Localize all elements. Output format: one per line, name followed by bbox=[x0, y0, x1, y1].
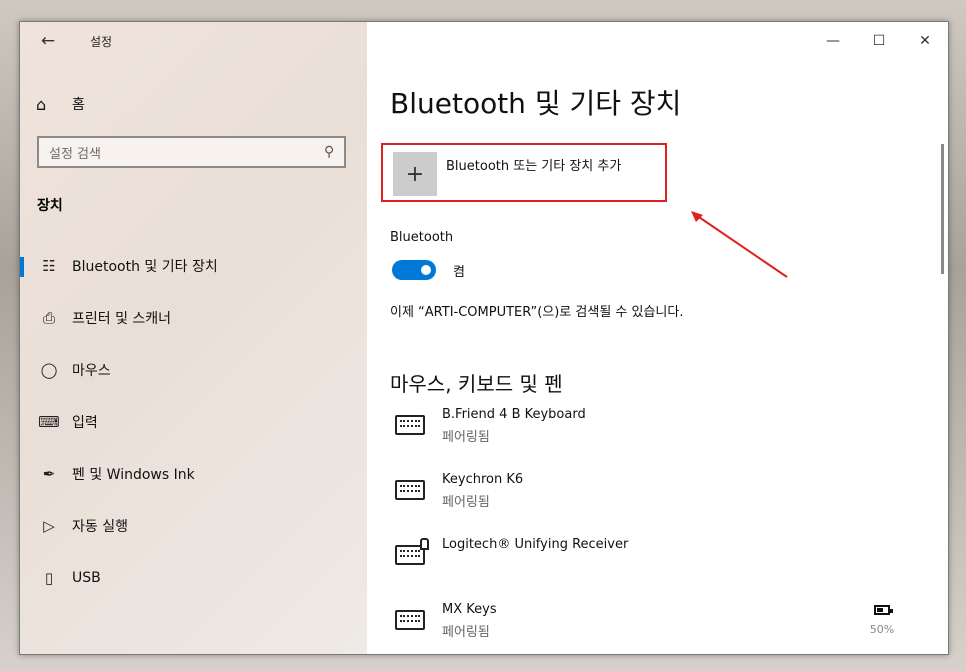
usb-icon: ▯ bbox=[44, 569, 54, 587]
sidebar-item-label: USB bbox=[72, 570, 101, 586]
keyboard-icon: ⌨ bbox=[38, 413, 60, 431]
sidebar-item-pen[interactable]: ✒ 펜 및 Windows Ink bbox=[20, 448, 367, 500]
sidebar-nav: ☷ Bluetooth 및 기타 장치 ⎙ 프린터 및 스캐너 ◯ 마우스 ⌨ … bbox=[20, 240, 367, 604]
page-title: Bluetooth 및 기타 장치 bbox=[390, 87, 682, 120]
sidebar-item-printers[interactable]: ⎙ 프린터 및 스캐너 bbox=[20, 292, 367, 344]
sidebar-item-label: 펜 및 Windows Ink bbox=[72, 467, 195, 483]
caption-buttons: — ☐ ✕ bbox=[810, 22, 948, 60]
add-device-button[interactable]: + Bluetooth 또는 기타 장치 추가 bbox=[381, 143, 667, 202]
scrollbar[interactable] bbox=[941, 144, 944, 274]
device-item[interactable]: Logitech® Unifying Receiver bbox=[392, 537, 912, 583]
pen-icon: ✒ bbox=[42, 465, 56, 483]
battery-indicator: 50% bbox=[852, 600, 912, 636]
home-label: 홈 bbox=[72, 97, 85, 113]
sidebar-item-autoplay[interactable]: ▷ 자동 실행 bbox=[20, 500, 367, 552]
bluetooth-heading: Bluetooth bbox=[390, 230, 454, 245]
device-name: Logitech® Unifying Receiver bbox=[442, 537, 629, 552]
close-icon[interactable]: ✕ bbox=[902, 22, 948, 60]
maximize-icon[interactable]: ☐ bbox=[856, 22, 902, 60]
keyboard-icon bbox=[395, 415, 425, 435]
home-link[interactable]: ⌂ 홈 bbox=[36, 94, 85, 114]
section-title: 장치 bbox=[37, 198, 63, 214]
settings-window: ← 설정 ⌂ 홈 설정 검색 ⚲ 장치 ☷ Bluetooth 및 기타 장치 … bbox=[19, 21, 949, 655]
keyboard-icon bbox=[395, 610, 425, 630]
window-title: 설정 bbox=[90, 35, 113, 49]
back-arrow-icon[interactable]: ← bbox=[38, 31, 58, 51]
battery-icon bbox=[874, 605, 893, 615]
sidebar-item-label: 마우스 bbox=[72, 363, 111, 379]
sidebar-item-typing[interactable]: ⌨ 입력 bbox=[20, 396, 367, 448]
sidebar-item-label: Bluetooth 및 기타 장치 bbox=[72, 259, 218, 275]
battery-percent: 50% bbox=[869, 623, 895, 636]
autoplay-icon: ▷ bbox=[43, 517, 55, 535]
device-status: 페어링됨 bbox=[442, 495, 490, 510]
device-item[interactable]: MX Keys 페어링됨 50% bbox=[392, 602, 912, 648]
sidebar-item-label: 프린터 및 스캐너 bbox=[72, 311, 172, 327]
input-devices-heading: 마우스, 키보드 및 펜 bbox=[390, 372, 563, 396]
device-name: MX Keys bbox=[442, 602, 497, 617]
sidebar-item-mouse[interactable]: ◯ 마우스 bbox=[20, 344, 367, 396]
device-status: 페어링됨 bbox=[442, 430, 490, 445]
plus-icon: + bbox=[393, 152, 437, 196]
sidebar-item-bluetooth[interactable]: ☷ Bluetooth 및 기타 장치 bbox=[20, 240, 367, 292]
device-item[interactable]: B.Friend 4 B Keyboard 페어링됨 bbox=[392, 407, 912, 453]
device-status: 페어링됨 bbox=[442, 625, 490, 640]
device-name: B.Friend 4 B Keyboard bbox=[442, 407, 586, 422]
search-input[interactable]: 설정 검색 ⚲ bbox=[37, 136, 346, 168]
mouse-icon: ◯ bbox=[40, 361, 58, 379]
discoverable-text: 이제 “ARTI-COMPUTER”(으)로 검색될 수 있습니다. bbox=[390, 305, 684, 320]
bluetooth-toggle[interactable] bbox=[392, 260, 436, 280]
toggle-knob bbox=[421, 265, 431, 275]
search-icon[interactable]: ⚲ bbox=[324, 144, 334, 160]
printer-icon: ⎙ bbox=[42, 309, 55, 327]
minimize-icon[interactable]: — bbox=[810, 22, 856, 60]
add-device-label: Bluetooth 또는 기타 장치 추가 bbox=[446, 159, 622, 174]
bluetooth-devices-icon: ☷ bbox=[42, 257, 56, 275]
receiver-dongle-icon bbox=[420, 538, 429, 550]
sidebar-item-label: 자동 실행 bbox=[72, 519, 128, 535]
home-icon: ⌂ bbox=[36, 94, 47, 114]
annotation-arrow-icon bbox=[691, 211, 788, 278]
device-item[interactable]: Keychron K6 페어링됨 bbox=[392, 472, 912, 518]
sidebar: ← 설정 ⌂ 홈 설정 검색 ⚲ 장치 ☷ Bluetooth 및 기타 장치 … bbox=[20, 22, 367, 654]
main-content: — ☐ ✕ Bluetooth 및 기타 장치 + Bluetooth 또는 기… bbox=[367, 22, 948, 654]
device-name: Keychron K6 bbox=[442, 472, 524, 487]
sidebar-item-usb[interactable]: ▯ USB bbox=[20, 552, 367, 604]
search-placeholder: 설정 검색 bbox=[49, 146, 101, 162]
keyboard-icon bbox=[395, 480, 425, 500]
sidebar-item-label: 입력 bbox=[72, 415, 98, 431]
bluetooth-toggle-state: 켬 bbox=[453, 265, 465, 280]
